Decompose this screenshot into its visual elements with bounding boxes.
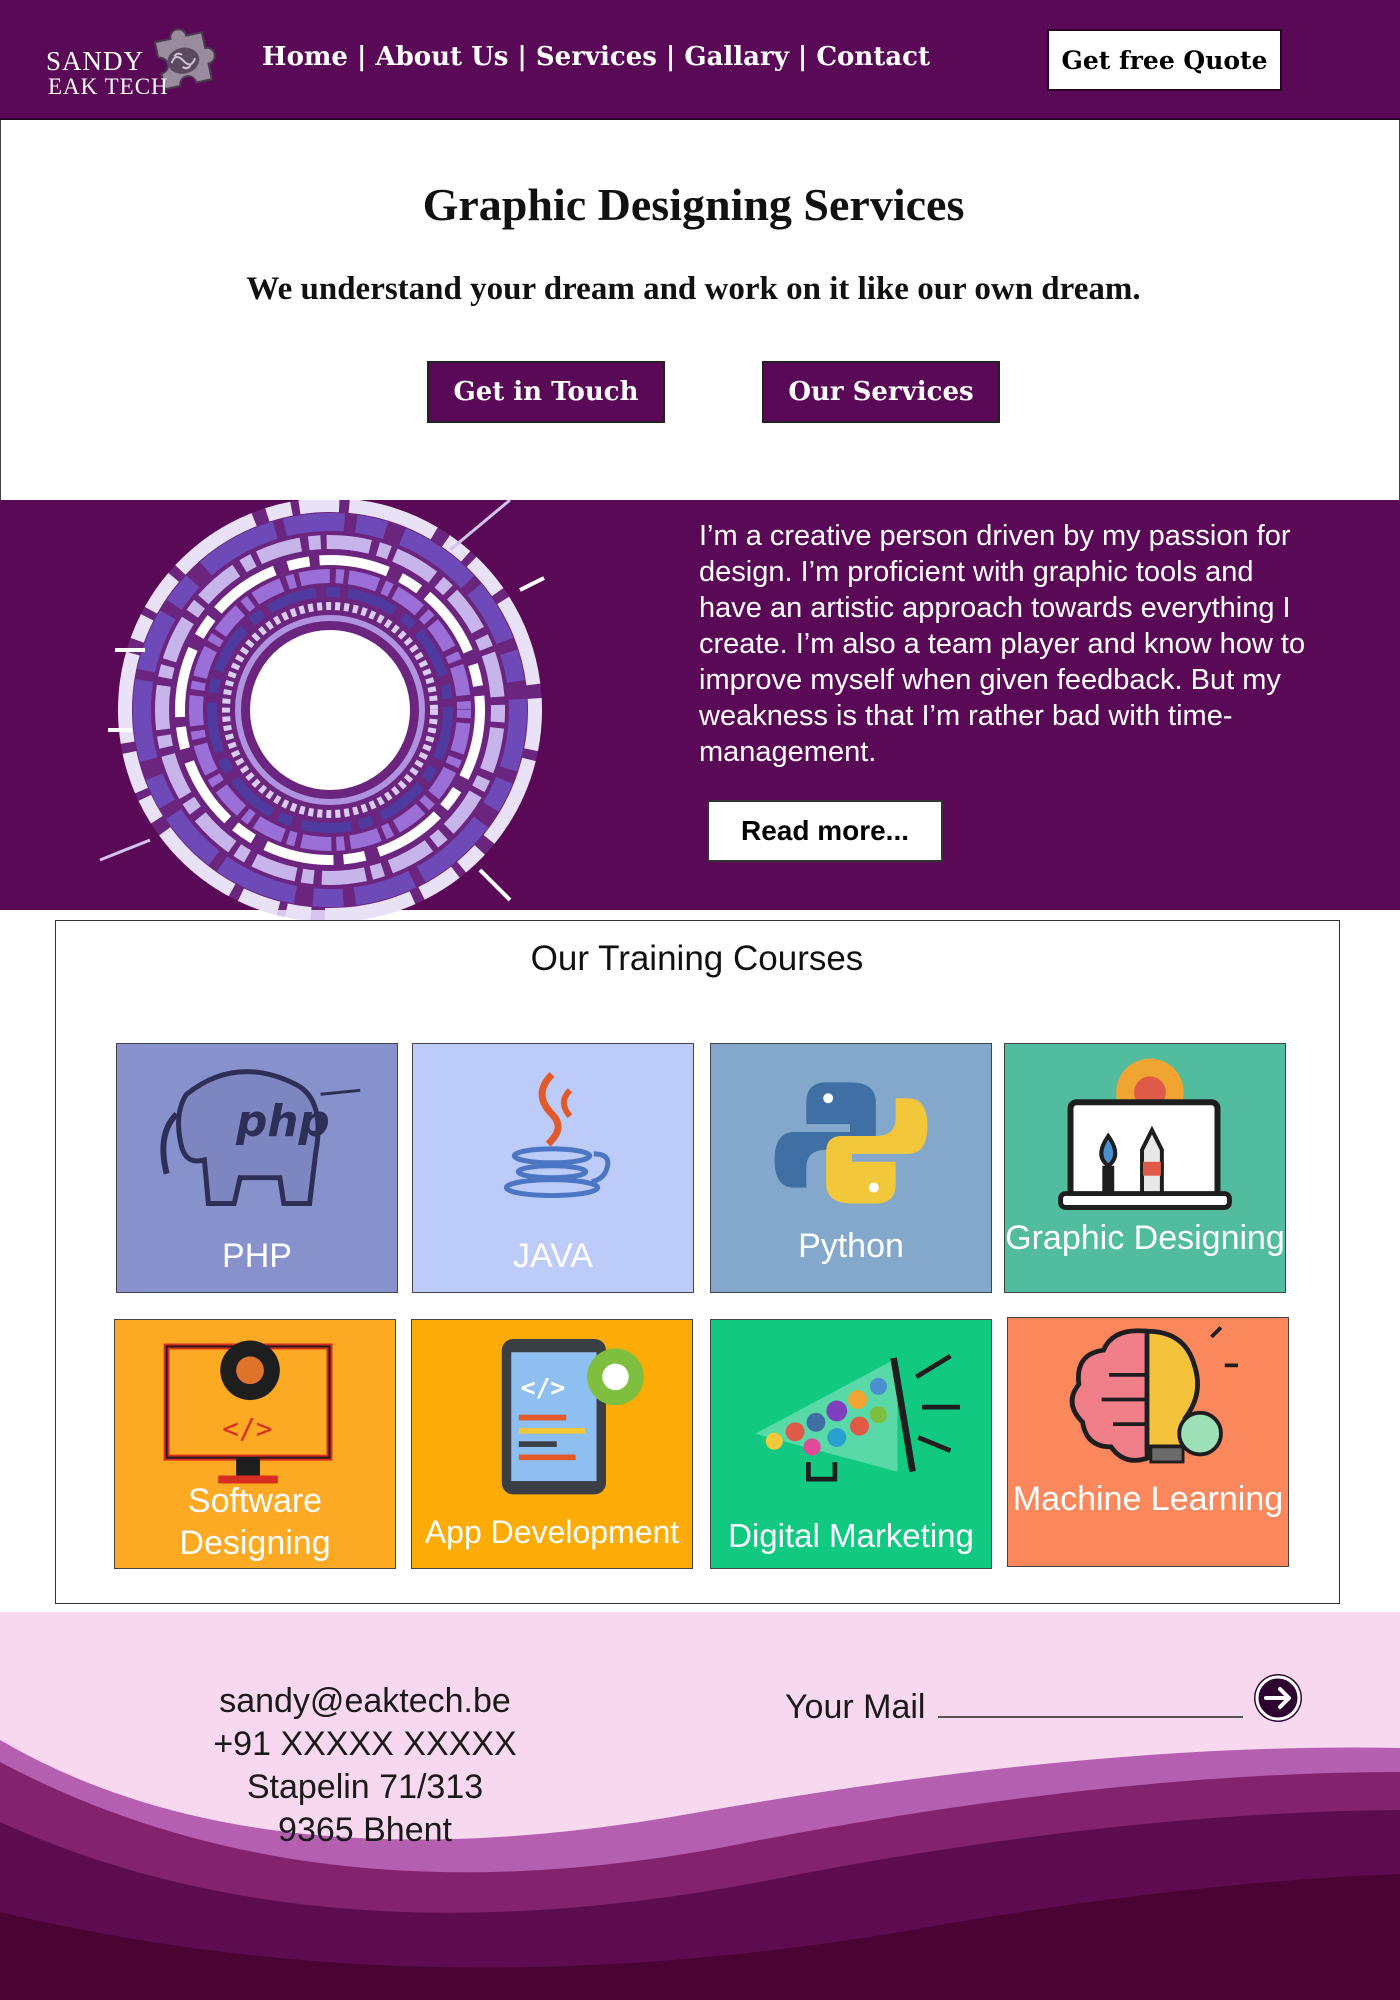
training-courses-panel: Our Training Courses php PHP JAVA Python… <box>55 920 1340 1604</box>
course-card-app-development[interactable]: </> App Development <box>411 1319 693 1569</box>
svg-text:</>: </> <box>222 1412 272 1445</box>
contact-email[interactable]: sandy@eaktech.be <box>160 1680 570 1723</box>
course-label: Software Designing <box>179 1482 331 1562</box>
read-more-button[interactable]: Read more... <box>707 800 943 862</box>
get-in-touch-button[interactable]: Get in Touch <box>427 361 665 423</box>
svg-text:php: php <box>235 1096 330 1147</box>
python-logo-icon <box>774 1082 928 1204</box>
nav-gallery[interactable]: Gallary <box>684 42 788 72</box>
monitor-gear-icon: </> <box>163 1340 333 1484</box>
courses-heading: Our Training Courses <box>530 939 864 978</box>
course-label: Graphic Designing <box>1005 1219 1285 1257</box>
svg-text:</>: </> <box>521 1373 565 1402</box>
arrow-right-circle-icon <box>1255 1675 1301 1721</box>
course-label: App Development <box>424 1514 680 1550</box>
php-elephant-icon: php <box>160 1069 361 1206</box>
brand-name-line1: SANDY <box>46 46 145 76</box>
brain-bulb-icon <box>1069 1326 1238 1464</box>
contact-address-line1: Stapelin 71/313 <box>246 1768 484 1806</box>
nav-separator: | <box>356 42 367 72</box>
submit-mail-button[interactable] <box>1254 1674 1302 1722</box>
nav-separator: | <box>517 42 527 72</box>
nav-home[interactable]: Home <box>262 42 348 72</box>
nav-services[interactable]: Services <box>536 42 657 72</box>
nav-menu: Home | About Us | Services | Gallary | C… <box>262 42 930 72</box>
mobile-code-icon: </> <box>501 1338 644 1495</box>
course-card-digital-marketing[interactable]: Digital Marketing <box>710 1319 992 1569</box>
course-card-python[interactable]: Python <box>710 1043 992 1293</box>
brand-logo[interactable]: SANDY EAK TECH <box>40 14 230 106</box>
page-title: Graphic Designing Services <box>422 179 965 230</box>
mail-input[interactable] <box>938 1716 1243 1718</box>
java-cup-icon <box>503 1071 611 1199</box>
contact-info: sandy@eaktech.be +91 XXXXX XXXXX Stapeli… <box>160 1680 570 1852</box>
hero-subtitle: We understand your dream and work on it … <box>246 271 1141 307</box>
course-label: Machine Learning <box>1012 1480 1284 1518</box>
course-label: Digital Marketing <box>728 1517 974 1554</box>
get-free-quote-button[interactable]: Get free Quote <box>1047 29 1282 91</box>
course-card-graphic-designing[interactable]: Graphic Designing <box>1004 1043 1286 1293</box>
course-label: JAVA <box>513 1237 593 1275</box>
course-card-machine-learning[interactable]: Machine Learning <box>1007 1317 1289 1567</box>
top-navbar: SANDY EAK TECH Home | About Us | Service… <box>0 0 1400 120</box>
nav-separator: | <box>797 42 808 72</box>
megaphone-icon <box>755 1353 960 1482</box>
mail-field-label: Your Mail <box>785 1688 926 1726</box>
course-label: PHP <box>222 1237 292 1275</box>
course-card-php[interactable]: php PHP <box>116 1043 398 1293</box>
course-card-java[interactable]: JAVA <box>412 1043 694 1293</box>
contact-phone[interactable]: +91 XXXXX XXXXX <box>160 1723 570 1766</box>
design-tools-icon <box>1058 1058 1232 1210</box>
about-section: I’m a creative person driven by my passi… <box>0 500 1400 930</box>
nav-about-us[interactable]: About Us <box>375 42 508 72</box>
about-description: I’m a creative person driven by my passi… <box>699 520 1306 768</box>
course-label: Python <box>798 1227 904 1265</box>
course-card-software-designing[interactable]: </> Software Designing <box>114 1319 396 1569</box>
our-services-button[interactable]: Our Services <box>762 361 1000 423</box>
nav-contact[interactable]: Contact <box>816 42 930 72</box>
tech-ring-graphic <box>99 500 545 930</box>
hero-section: Graphic Designing Services We understand… <box>0 120 1400 500</box>
brand-name-line2: EAK TECH <box>48 74 169 99</box>
contact-address-line2: 9365 Bhent <box>278 1811 452 1849</box>
nav-separator: | <box>665 42 676 72</box>
footer: sandy@eaktech.be +91 XXXXX XXXXX Stapeli… <box>0 1612 1400 2000</box>
